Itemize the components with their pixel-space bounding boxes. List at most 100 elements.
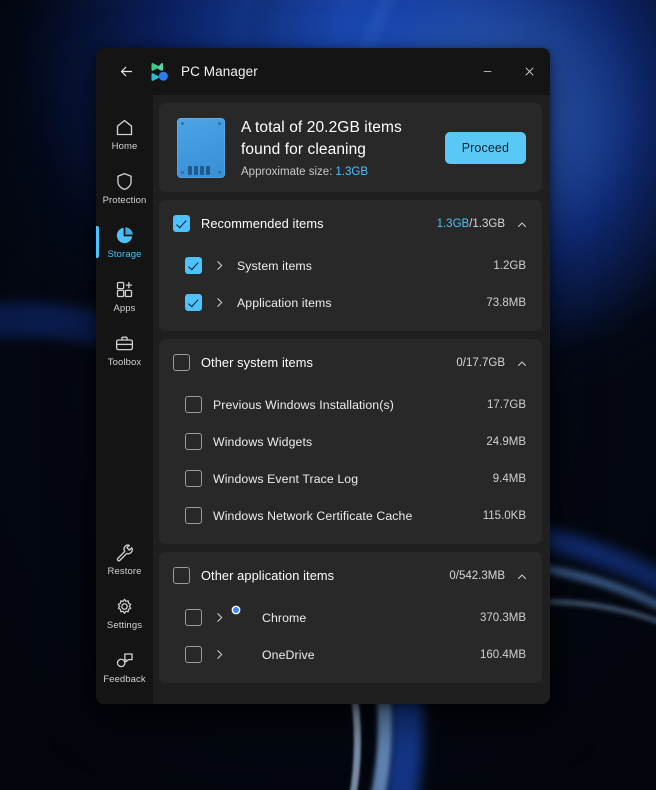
chevron-up-icon[interactable] — [516, 357, 528, 369]
window-title: PC Manager — [181, 64, 258, 79]
row-checkbox[interactable] — [185, 470, 202, 487]
row-label: System items — [237, 258, 312, 273]
approximate-size-line: Approximate size: 1.3GB — [241, 166, 429, 178]
wrench-icon — [114, 542, 135, 563]
sidebar-item-restore[interactable]: Restore — [96, 532, 153, 586]
proceed-button[interactable]: Proceed — [444, 131, 526, 164]
apps-grid-icon — [114, 279, 135, 300]
sidebar-item-protection[interactable]: Protection — [96, 161, 153, 215]
group-size-total: /1.3GB — [469, 217, 505, 230]
gear-icon — [114, 596, 135, 617]
group-size: 0/542.3MB — [449, 570, 505, 582]
chevron-right-icon[interactable] — [213, 611, 226, 624]
group-size: 0/17.7GB — [456, 357, 505, 369]
group-header[interactable]: Recommended items 1.3GB/1.3GB — [159, 200, 542, 247]
row-label: Application items — [237, 295, 332, 310]
table-row[interactable]: System items 1.2GB — [173, 247, 528, 284]
group-size-used: 1.3GB — [436, 217, 470, 230]
feedback-icon — [114, 650, 135, 671]
row-checkbox[interactable] — [185, 609, 202, 626]
row-checkbox[interactable] — [185, 396, 202, 413]
group-header[interactable]: Other application items 0/542.3MB — [159, 552, 542, 599]
row-label: Windows Event Trace Log — [213, 471, 359, 486]
row-checkbox[interactable] — [185, 433, 202, 450]
chevron-up-icon[interactable] — [516, 570, 528, 582]
ssd-drive-illustration-icon — [177, 117, 225, 178]
sidebar-item-label: Settings — [106, 619, 143, 631]
row-label: OneDrive — [262, 647, 315, 662]
row-checkbox[interactable] — [185, 507, 202, 524]
minimize-icon[interactable] — [466, 55, 508, 89]
approximate-size-value: 1.3GB — [335, 166, 369, 178]
chevron-up-icon[interactable] — [516, 218, 528, 230]
sidebar-item-label: Restore — [107, 565, 142, 577]
sidebar-item-label: Storage — [107, 248, 142, 260]
table-row[interactable]: Application items 73.8MB — [173, 284, 528, 321]
table-row[interactable]: OneDrive 160.4MB — [173, 636, 528, 673]
row-label: Windows Widgets — [213, 434, 313, 449]
group-recommended-items: Recommended items 1.3GB/1.3GB System ite… — [159, 200, 542, 331]
group-rows: Chrome 370.3MB OneDrive 160.4MB — [159, 599, 542, 683]
table-row[interactable]: Windows Event Trace Log 9.4MB — [173, 460, 528, 497]
home-icon — [114, 117, 135, 138]
chevron-right-icon[interactable] — [213, 259, 226, 272]
sidebar-item-feedback[interactable]: Feedback — [96, 640, 153, 694]
group-rows: Previous Windows Installation(s) 17.7GB … — [159, 386, 542, 544]
pc-manager-window: PC Manager Home Protection Storage Apps … — [96, 48, 550, 704]
row-size: 24.9MB — [486, 435, 526, 448]
row-label: Chrome — [262, 610, 307, 625]
table-row[interactable]: Chrome 370.3MB — [173, 599, 528, 636]
cleanup-headline: A total of 20.2GB items found for cleani… — [241, 119, 402, 158]
group-checkbox-other-system-items[interactable] — [173, 354, 190, 371]
sidebar-item-apps[interactable]: Apps — [96, 269, 153, 323]
sidebar-item-label: Protection — [102, 194, 147, 206]
table-row[interactable]: Windows Widgets 24.9MB — [173, 423, 528, 460]
sidebar-item-label: Apps — [113, 302, 136, 314]
storage-cleanup-content: A total of 20.2GB items found for cleani… — [153, 95, 550, 704]
group-checkbox-recommended-items[interactable] — [173, 215, 190, 232]
sidebar-navigation: Home Protection Storage Apps Toolbox Res… — [96, 95, 153, 704]
sidebar-item-toolbox[interactable]: Toolbox — [96, 323, 153, 377]
table-row[interactable]: Previous Windows Installation(s) 17.7GB — [173, 386, 528, 423]
sidebar-item-label: Home — [111, 140, 138, 152]
group-checkbox-other-application-items[interactable] — [173, 567, 190, 584]
row-label: Windows Network Certificate Cache — [213, 508, 413, 523]
group-title: Recommended items — [201, 216, 324, 231]
table-row[interactable]: Windows Network Certificate Cache 115.0K… — [173, 497, 528, 534]
row-size: 1.2GB — [493, 259, 526, 272]
row-size: 17.7GB — [487, 398, 526, 411]
row-checkbox[interactable] — [185, 294, 202, 311]
sidebar-item-settings[interactable]: Settings — [96, 586, 153, 640]
cleanup-summary-card: A total of 20.2GB items found for cleani… — [159, 103, 542, 192]
group-size-total: /17.7GB — [462, 356, 505, 369]
chevron-right-icon[interactable] — [213, 648, 226, 661]
group-title: Other system items — [201, 355, 314, 370]
row-checkbox[interactable] — [185, 646, 202, 663]
pie-chart-icon — [114, 225, 135, 246]
sidebar-item-storage[interactable]: Storage — [96, 215, 153, 269]
group-rows: System items 1.2GB Application items 73.… — [159, 247, 542, 331]
sidebar-item-home[interactable]: Home — [96, 107, 153, 161]
row-size: 73.8MB — [486, 296, 526, 309]
toolbox-icon — [114, 333, 135, 354]
back-arrow-icon[interactable] — [106, 56, 146, 88]
group-other-application-items: Other application items 0/542.3MB Chrome… — [159, 552, 542, 683]
sidebar-item-label: Toolbox — [107, 356, 142, 368]
onedrive-document-icon — [236, 647, 251, 662]
row-size: 9.4MB — [492, 472, 526, 485]
pc-manager-logo-icon — [150, 62, 170, 82]
row-size: 370.3MB — [479, 611, 526, 624]
group-title: Other application items — [201, 568, 335, 583]
approximate-size-label: Approximate size: — [241, 166, 333, 178]
row-size: 160.4MB — [479, 648, 526, 661]
row-label: Previous Windows Installation(s) — [213, 397, 394, 412]
group-header[interactable]: Other system items 0/17.7GB — [159, 339, 542, 386]
chrome-icon — [236, 610, 251, 625]
desktop-wallpaper: PC Manager Home Protection Storage Apps … — [0, 0, 656, 790]
row-checkbox[interactable] — [185, 257, 202, 274]
sidebar-item-label: Feedback — [103, 673, 146, 685]
group-size-total: /542.3MB — [455, 569, 505, 582]
chevron-right-icon[interactable] — [213, 296, 226, 309]
close-icon[interactable] — [508, 55, 550, 89]
